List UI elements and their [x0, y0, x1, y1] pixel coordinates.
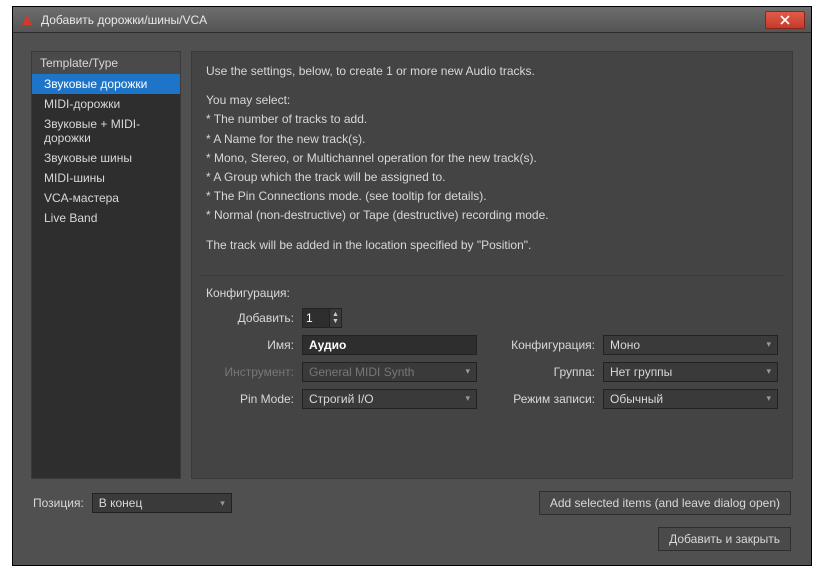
- position-label: Позиция:: [33, 496, 84, 510]
- chevron-down-icon: ▾: [465, 366, 470, 377]
- sidebar-item-label: Live Band: [44, 211, 97, 225]
- add-label: Добавить:: [206, 311, 294, 325]
- sidebar-item-label: Звуковые + MIDI-дорожки: [44, 117, 140, 145]
- chevron-down-icon: ▾: [766, 366, 771, 377]
- sidebar-item-audio-midi-tracks[interactable]: Звуковые + MIDI-дорожки: [32, 114, 180, 148]
- select-value: В конец: [99, 496, 143, 510]
- spin-buttons[interactable]: ▲▼: [330, 308, 342, 328]
- pinmode-label: Pin Mode:: [206, 392, 294, 406]
- config-mode-label: Конфигурация:: [485, 338, 595, 352]
- window-title: Добавить дорожки/шины/VCA: [41, 13, 765, 27]
- sidebar: Template/Type Звуковые дорожки MIDI-доро…: [31, 51, 181, 479]
- pinmode-select[interactable]: Строгий I/O ▾: [302, 389, 477, 409]
- select-value: General MIDI Synth: [309, 365, 414, 379]
- sidebar-item-label: Звуковые шины: [44, 151, 132, 165]
- select-value: Нет группы: [610, 365, 672, 379]
- instrument-label: Инструмент:: [206, 365, 294, 379]
- sidebar-item-vca-masters[interactable]: VCA-мастера: [32, 188, 180, 208]
- info-bullet: * The number of tracks to add.: [206, 110, 778, 129]
- name-label: Имя:: [206, 338, 294, 352]
- add-and-close-button[interactable]: Добавить и закрыть: [658, 527, 791, 551]
- config-mode-select[interactable]: Моно ▾: [603, 335, 778, 355]
- recmode-select[interactable]: Обычный ▾: [603, 389, 778, 409]
- sidebar-header: Template/Type: [32, 52, 180, 74]
- dialog-window: Добавить дорожки/шины/VCA Template/Type …: [12, 6, 812, 566]
- info-may-select: You may select:: [206, 91, 778, 110]
- add-count-input[interactable]: [302, 308, 330, 328]
- titlebar: Добавить дорожки/шины/VCA: [13, 7, 811, 33]
- config-title: Конфигурация:: [206, 286, 778, 300]
- sidebar-item-audio-tracks[interactable]: Звуковые дорожки: [32, 74, 180, 94]
- group-select[interactable]: Нет группы ▾: [603, 362, 778, 382]
- recmode-label: Режим записи:: [485, 392, 595, 406]
- sidebar-list: Звуковые дорожки MIDI-дорожки Звуковые +…: [32, 74, 180, 478]
- select-value: Строгий I/O: [309, 392, 374, 406]
- footer-row-2: Добавить и закрыть: [31, 527, 793, 551]
- upper-area: Template/Type Звуковые дорожки MIDI-доро…: [31, 51, 793, 479]
- sidebar-item-label: MIDI-шины: [44, 171, 105, 185]
- position-group: Позиция: В конец ▾: [33, 493, 232, 513]
- config-grid: Добавить: ▲▼ Имя: Конфигурация: Моно ▾ Ин…: [206, 308, 778, 409]
- main-panel: Use the settings, below, to create 1 or …: [191, 51, 793, 479]
- info-footer: The track will be added in the location …: [206, 236, 778, 255]
- sidebar-item-midi-tracks[interactable]: MIDI-дорожки: [32, 94, 180, 114]
- group-label: Группа:: [485, 365, 595, 379]
- app-icon: [19, 12, 35, 28]
- dialog-content: Template/Type Звуковые дорожки MIDI-доро…: [13, 33, 811, 565]
- info-bullet: * The Pin Connections mode. (see tooltip…: [206, 187, 778, 206]
- select-value: Обычный: [610, 392, 663, 406]
- sidebar-item-live-band[interactable]: Live Band: [32, 208, 180, 228]
- info-intro: Use the settings, below, to create 1 or …: [206, 62, 778, 81]
- sidebar-item-label: MIDI-дорожки: [44, 97, 120, 111]
- position-select[interactable]: В конец ▾: [92, 493, 232, 513]
- info-text: Use the settings, below, to create 1 or …: [192, 52, 792, 275]
- footer-row-1: Позиция: В конец ▾ Add selected items (an…: [31, 491, 793, 515]
- sidebar-item-label: VCA-мастера: [44, 191, 119, 205]
- chevron-down-icon: ▾: [220, 498, 225, 509]
- chevron-down-icon: ▾: [766, 393, 771, 404]
- info-bullet: * Normal (non-destructive) or Tape (dest…: [206, 206, 778, 225]
- chevron-down-icon: ▾: [766, 339, 771, 350]
- sidebar-item-audio-busses[interactable]: Звуковые шины: [32, 148, 180, 168]
- add-keep-open-button[interactable]: Add selected items (and leave dialog ope…: [539, 491, 791, 515]
- name-input[interactable]: [302, 335, 477, 355]
- chevron-down-icon: ▾: [465, 393, 470, 404]
- instrument-select: General MIDI Synth ▾: [302, 362, 477, 382]
- info-bullet: * A Group which the track will be assign…: [206, 168, 778, 187]
- close-button[interactable]: [765, 11, 805, 29]
- sidebar-item-label: Звуковые дорожки: [44, 77, 147, 91]
- select-value: Моно: [610, 338, 640, 352]
- config-section: Конфигурация: Добавить: ▲▼ Имя: Конфигур…: [192, 276, 792, 423]
- sidebar-item-midi-busses[interactable]: MIDI-шины: [32, 168, 180, 188]
- add-count-stepper[interactable]: ▲▼: [302, 308, 477, 328]
- info-bullet: * Mono, Stereo, or Multichannel operatio…: [206, 149, 778, 168]
- info-bullet: * A Name for the new track(s).: [206, 130, 778, 149]
